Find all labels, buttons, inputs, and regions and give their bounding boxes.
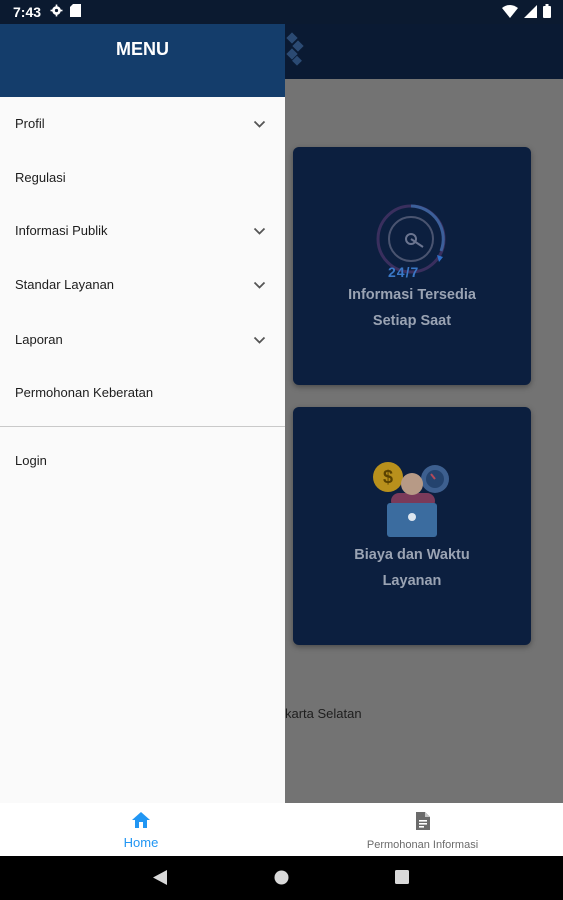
document-icon [340, 812, 505, 835]
menu-item-regulasi[interactable]: Regulasi [0, 158, 285, 198]
chevron-down-icon[interactable] [253, 278, 266, 293]
status-bar: 7:43 [0, 0, 563, 24]
card-title-line2: Layanan [382, 573, 442, 589]
bottom-navigation: Home Permohonan Informasi [0, 803, 563, 856]
cost-time-illustration-icon: $ [371, 459, 453, 550]
nav-home[interactable]: Home [85, 803, 197, 856]
home-circle-icon[interactable] [274, 870, 289, 890]
info-available-card[interactable]: 24/7 Informasi Tersedia Setiap Saat [293, 147, 531, 385]
gear-icon [50, 4, 63, 20]
cost-time-card[interactable]: $ Biaya dan Waktu Layanan [293, 407, 531, 645]
menu-item-label: Standar Layanan [15, 277, 115, 292]
menu-item-label: Regulasi [15, 170, 66, 185]
nav-home-label: Home [123, 835, 159, 850]
signal-icon [524, 4, 537, 21]
app-logo-icon [282, 30, 308, 73]
status-time: 7:43 [13, 4, 42, 20]
menu-item-standar-layanan[interactable]: Standar Layanan [0, 265, 285, 305]
nav-permohonan-label: Permohonan Informasi [366, 839, 479, 851]
menu-item-profil[interactable]: Profil [0, 104, 285, 144]
sd-card-icon [70, 4, 81, 20]
menu-item-informasi-publik[interactable]: Informasi Publik [0, 211, 285, 251]
drawer-title: MENU [116, 39, 169, 59]
chevron-down-icon[interactable] [253, 333, 266, 348]
wifi-icon [502, 4, 518, 21]
card-title-line1: Biaya dan Waktu [354, 547, 470, 563]
navigation-drawer: MENU Profil Regulasi Informasi Publik St… [0, 24, 285, 803]
menu-item-login[interactable]: Login [0, 441, 285, 481]
menu-item-label: Informasi Publik [15, 223, 108, 238]
menu-divider [0, 426, 285, 427]
chevron-down-icon[interactable] [253, 117, 266, 132]
nav-permohonan-informasi[interactable]: Permohonan Informasi [340, 803, 505, 856]
chevron-down-icon[interactable] [253, 224, 266, 239]
battery-icon [543, 4, 551, 21]
card-title-line1: Informasi Tersedia [348, 287, 476, 303]
menu-item-laporan[interactable]: Laporan [0, 320, 285, 360]
menu-item-label: Login [15, 453, 47, 468]
footer-address: karta Selatan [285, 706, 362, 721]
menu-item-label: Permohonan Keberatan [15, 385, 154, 400]
system-navigation-bar [0, 856, 563, 900]
card-title-line2: Setiap Saat [372, 313, 452, 329]
back-icon[interactable] [153, 870, 167, 890]
menu-item-label: Profil [15, 116, 45, 131]
home-icon [85, 812, 197, 833]
menu-item-label: Laporan [15, 332, 63, 347]
menu-item-permohonan-keberatan[interactable]: Permohonan Keberatan [0, 373, 285, 413]
recents-icon[interactable] [395, 870, 409, 889]
svg-text:$: $ [383, 467, 393, 487]
drawer-header: MENU [0, 24, 285, 97]
